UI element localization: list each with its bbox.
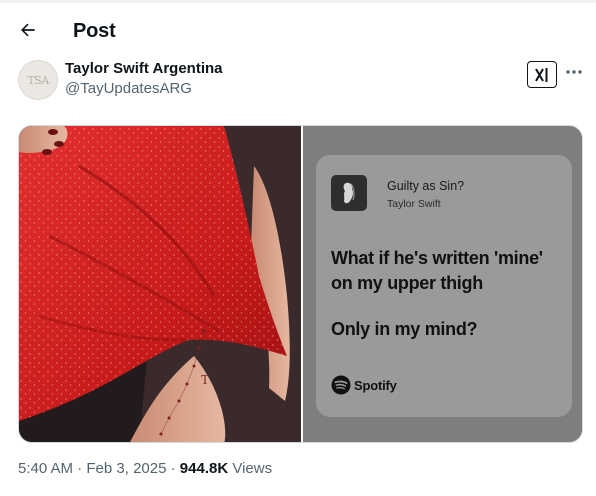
album-cover-icon	[343, 182, 355, 204]
tattoo-letter: T	[201, 373, 209, 387]
photo-dress[interactable]: S T	[19, 126, 309, 442]
back-button[interactable]	[12, 14, 44, 46]
song-artist: Taylor Swift	[387, 198, 441, 210]
song-title: Guilty as Sin?	[387, 179, 465, 193]
dress-photo-illustration: S T	[19, 126, 309, 442]
photo-spotify-lyrics[interactable]: Guilty as Sin? Taylor Swift What if he's…	[303, 126, 582, 442]
post-media: S T	[18, 125, 583, 443]
meta-separator: ·	[77, 460, 83, 477]
post-author: TSA Taylor Swift Argentina @TayUpdatesAR…	[18, 60, 584, 102]
arrow-left-icon	[21, 23, 35, 37]
spotify-label: Spotify	[354, 377, 397, 393]
author-name[interactable]: Taylor Swift Argentina	[65, 60, 223, 77]
spotify-lyrics-card: Guilty as Sin? Taylor Swift What if he's…	[316, 155, 572, 417]
post-detail-view: Post TSA Taylor Swift Argentina @TayUpda…	[0, 0, 596, 496]
post-time[interactable]: 5:40 AM	[18, 460, 73, 477]
meta-separator: ·	[170, 460, 176, 477]
post-meta: 5:40 AM · Feb 3, 2025 · 944.8K Views	[18, 460, 272, 477]
avatar-logo-text: TSA	[27, 73, 49, 87]
lyric-line: What if he's written 'mine' on my upper …	[331, 248, 543, 293]
spotify-logo-icon	[331, 375, 351, 395]
views-count: 944.8K	[179, 460, 229, 477]
avatar[interactable]: TSA	[18, 60, 58, 100]
author-handle[interactable]: @TayUpdatesARG	[65, 80, 192, 97]
album-art	[331, 175, 367, 211]
spotify-brand: Spotify	[331, 374, 397, 396]
more-horizontal-icon	[566, 70, 582, 74]
page-header: Post	[0, 3, 596, 53]
lyric-line: Only in my mind?	[331, 319, 478, 339]
post-date[interactable]: Feb 3, 2025	[86, 460, 166, 477]
more-options-button[interactable]	[564, 62, 584, 82]
grok-button[interactable]	[527, 61, 557, 88]
page-title: Post	[73, 20, 116, 42]
grok-icon	[535, 67, 548, 82]
views-label: Views	[232, 460, 273, 477]
